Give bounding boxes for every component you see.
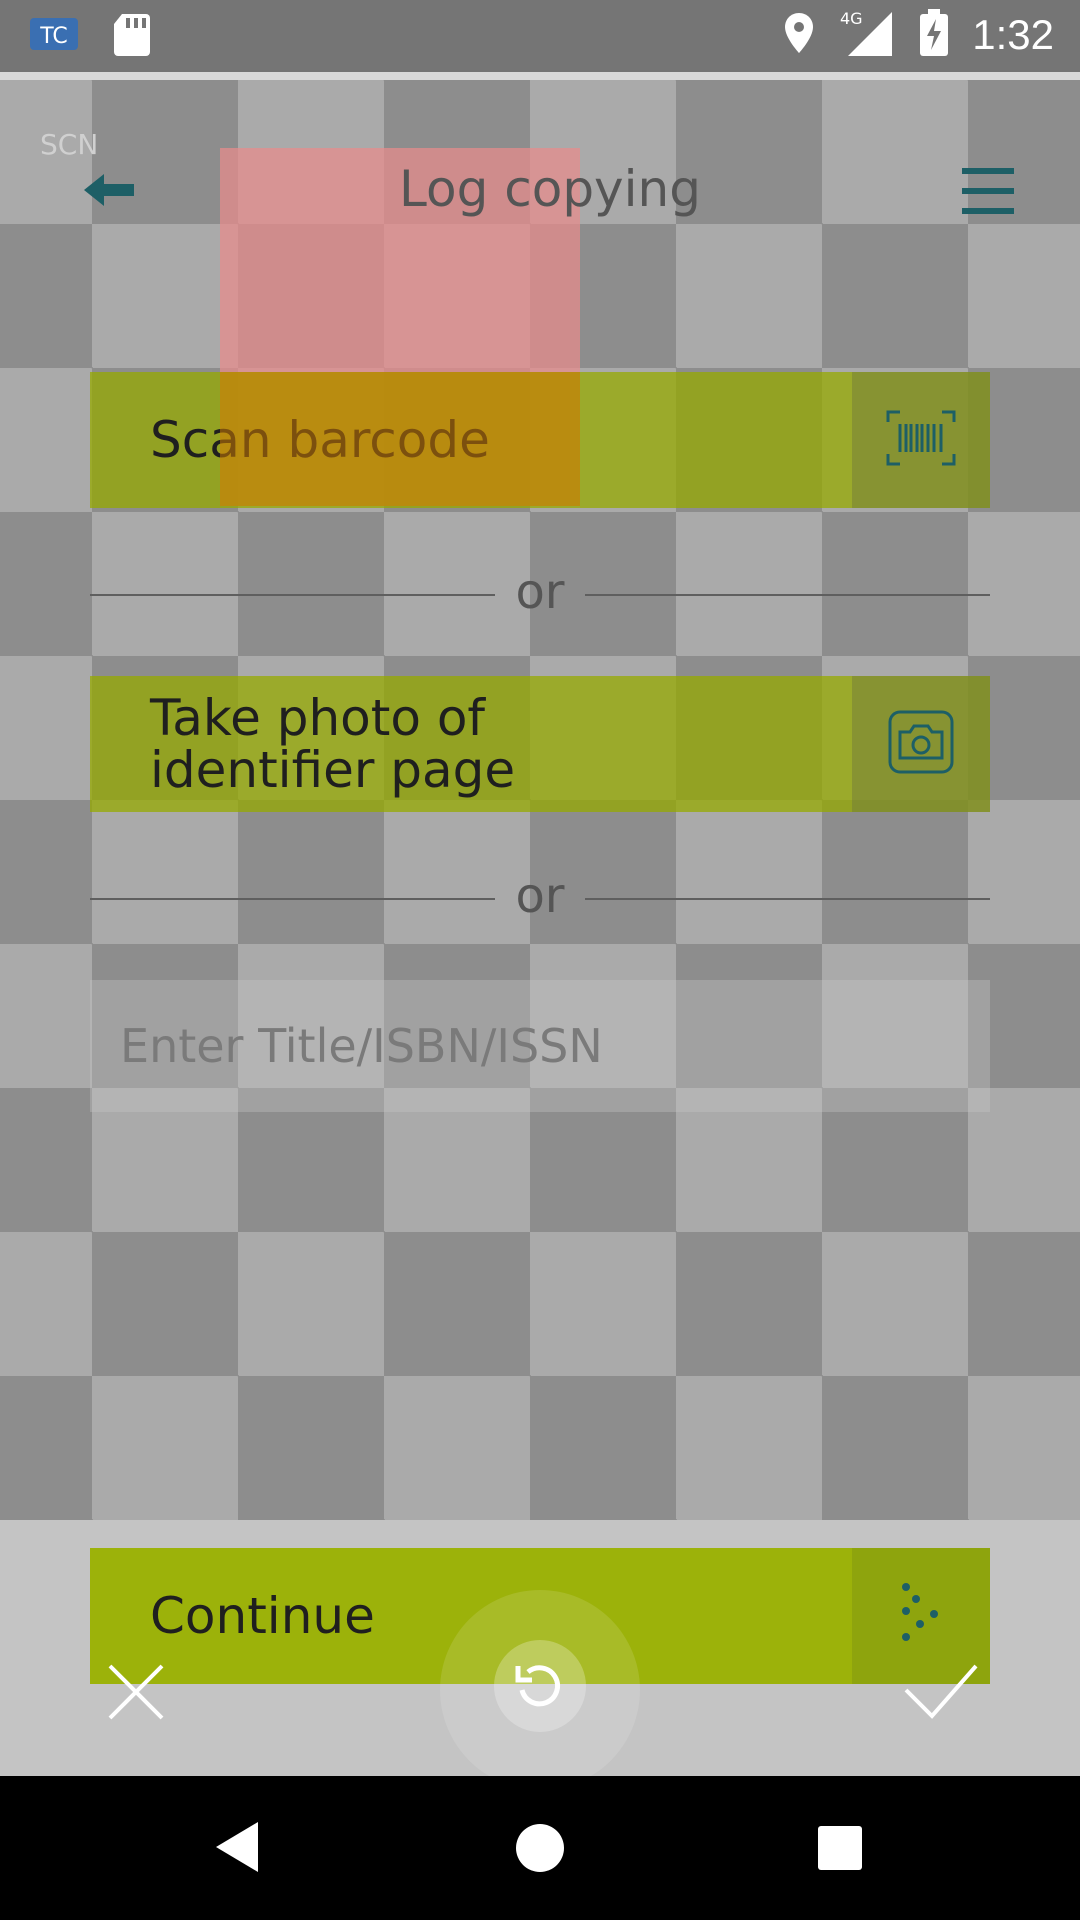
signal-icon: 4G xyxy=(838,8,896,62)
title-isbn-issn-input[interactable] xyxy=(90,980,990,1112)
scn-label: SCN xyxy=(40,128,99,161)
page-title: Log copying xyxy=(399,160,701,218)
menu-icon[interactable] xyxy=(962,166,1014,216)
barcode-icon xyxy=(886,410,956,470)
nav-recents-icon[interactable] xyxy=(818,1826,862,1870)
take-photo-label-line2: identifier page xyxy=(150,741,516,799)
refresh-icon[interactable] xyxy=(494,1640,586,1732)
svg-text:TC: TC xyxy=(39,24,68,49)
or-label: or xyxy=(515,868,565,924)
nav-back-icon[interactable] xyxy=(214,1820,260,1878)
battery-charging-icon xyxy=(918,9,950,61)
sd-card-icon xyxy=(112,12,152,60)
scan-highlight-overlay xyxy=(220,372,580,506)
or-label: or xyxy=(515,564,565,620)
navigation-bar xyxy=(0,1776,1080,1920)
status-divider xyxy=(0,72,1080,80)
app-notification-icon: TC xyxy=(26,12,82,60)
continue-label: Continue xyxy=(150,1586,375,1645)
svg-text:4G: 4G xyxy=(840,9,863,28)
or-divider: or xyxy=(90,868,990,928)
barcode-icon-cell xyxy=(852,372,990,508)
close-icon[interactable] xyxy=(104,1660,168,1724)
or-divider: or xyxy=(90,564,990,624)
nav-home-icon[interactable] xyxy=(516,1824,564,1872)
take-photo-label: Take photo of identifier page xyxy=(150,676,515,812)
dots-arrow-icon xyxy=(898,1581,944,1651)
take-photo-button[interactable]: Take photo of identifier page xyxy=(90,676,990,812)
clock: 1:32 xyxy=(972,11,1054,58)
check-icon[interactable] xyxy=(900,1660,980,1724)
take-photo-label-line1: Take photo of xyxy=(150,688,486,747)
camera-icon xyxy=(888,710,954,778)
camera-icon-cell xyxy=(852,676,990,812)
status-bar: TC 4G 1:32 xyxy=(0,0,1080,72)
location-icon xyxy=(782,11,816,59)
